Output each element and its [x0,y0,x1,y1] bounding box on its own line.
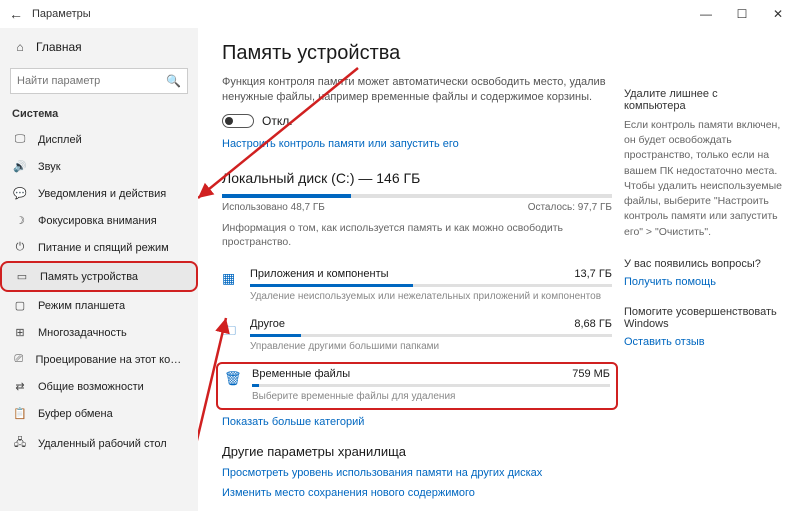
show-more-categories-link[interactable]: Показать больше категорий [222,416,612,428]
sidebar-item-project[interactable]: ⎚Проецирование на этот компьютер [0,346,198,373]
feedback-heading: Помогите усовершенствовать Windows [624,306,782,330]
cat-name: Приложения и компоненты [250,268,389,280]
moon-icon: ☽ [12,214,28,227]
cat-name: Другое [250,318,285,330]
cat-sub: Управление другими большими папками [250,341,612,352]
view-other-drives-link[interactable]: Просмотреть уровень использования памяти… [222,467,612,479]
cat-sub: Выберите временные файлы для удаления [252,391,610,402]
cat-sub: Удаление неиспользуемых или нежелательны… [250,291,612,302]
cat-size: 8,68 ГБ [574,318,612,330]
disk-title: Локальный диск (C:) — 146 ГБ [222,170,612,186]
sidebar-item-power[interactable]: ⏻Питание и спящий режим [0,234,198,261]
disk-info: Информация о том, как используется памят… [222,221,612,250]
storage-sense-desc: Функция контроля памяти может автоматиче… [222,75,612,106]
cat-bar [252,384,610,387]
category-other[interactable]: 🗀 Другое 8,68 ГБ Управление другими больш… [222,312,612,362]
sound-icon: 🔊 [12,160,28,173]
sidebar-item-sound[interactable]: 🔊Звук [0,153,198,180]
trash-icon: 🗑 [224,368,242,387]
disk-used-label: Использовано 48,7 ГБ [222,202,325,213]
tip-heading: Удалите лишнее с компьютера [624,88,782,112]
sidebar-section-label: Система [0,104,198,126]
share-icon: ⇄ [12,380,28,393]
home-button[interactable]: ⌂ Главная [0,34,198,60]
titlebar: ← Параметры — ☐ ✕ [0,0,800,28]
change-save-location-link[interactable]: Изменить место сохранения нового содержи… [222,487,612,499]
category-temp-files[interactable]: 🗑 Временные файлы 759 МБ Выберите временн… [216,362,618,410]
sidebar-item-focus[interactable]: ☽Фокусировка внимания [0,207,198,234]
tablet-icon: ▢ [12,299,28,312]
window-title: Параметры [32,8,91,20]
sidebar-item-shared[interactable]: ⇄Общие возможности [0,373,198,400]
notify-icon: 💬 [12,187,28,200]
project-icon: ⎚ [12,353,25,366]
storage-sense-toggle[interactable]: Откл. [222,114,612,128]
search-box[interactable]: 🔍 [10,68,188,94]
feedback-link[interactable]: Оставить отзыв [624,336,782,348]
disk-usage-bar [222,194,612,198]
multitask-icon: ⊞ [12,326,28,339]
sidebar: ⌂ Главная 🔍 Система 🖵Дисплей 🔊Звук 💬Увед… [0,28,198,511]
minimize-button[interactable]: — [688,7,724,21]
back-button[interactable]: ← [4,6,28,22]
main-content: Память устройства Функция контроля памят… [198,28,800,511]
sidebar-item-remote[interactable]: 🖧Удаленный рабочий стол [0,427,198,460]
right-panel: Удалите лишнее с компьютера Если контрол… [624,88,782,366]
help-heading: У вас появились вопросы? [624,258,782,270]
toggle-track [222,114,254,128]
close-button[interactable]: ✕ [760,7,796,21]
clipboard-icon: 📋 [12,407,28,420]
tip-body: Если контроль памяти включен, он будет о… [624,118,782,240]
search-input[interactable] [17,75,166,87]
maximize-button[interactable]: ☐ [724,7,760,21]
home-label: Главная [36,40,82,54]
cat-size: 13,7 ГБ [574,268,612,280]
power-icon: ⏻ [12,241,28,254]
sidebar-item-multitask[interactable]: ⊞Многозадачность [0,319,198,346]
category-apps[interactable]: ▦ Приложения и компоненты 13,7 ГБ Удалени… [222,262,612,312]
home-icon: ⌂ [12,40,28,54]
search-icon: 🔍 [166,74,181,88]
storage-icon: ▭ [14,270,30,283]
sidebar-item-display[interactable]: 🖵Дисплей [0,126,198,153]
display-icon: 🖵 [12,133,28,146]
cat-size: 759 МБ [572,368,610,380]
other-storage-title: Другие параметры хранилища [222,444,612,459]
toggle-knob [225,117,233,125]
folder-icon: 🗀 [222,318,240,344]
disk-used-fill [222,194,351,198]
cat-name: Временные файлы [252,368,350,380]
cat-bar [250,334,612,337]
apps-icon: ▦ [222,268,240,287]
configure-storage-sense-link[interactable]: Настроить контроль памяти или запустить … [222,138,459,150]
sidebar-item-notifications[interactable]: 💬Уведомления и действия [0,180,198,207]
sidebar-item-tablet[interactable]: ▢Режим планшета [0,292,198,319]
sidebar-item-clipboard[interactable]: 📋Буфер обмена [0,400,198,427]
remote-icon: 🖧 [12,434,28,453]
sidebar-item-storage[interactable]: ▭Память устройства [0,261,198,292]
disk-free-label: Осталось: 97,7 ГБ [528,202,612,213]
get-help-link[interactable]: Получить помощь [624,276,782,288]
cat-bar [250,284,612,287]
toggle-label: Откл. [262,114,293,128]
page-title: Память устройства [222,42,612,65]
